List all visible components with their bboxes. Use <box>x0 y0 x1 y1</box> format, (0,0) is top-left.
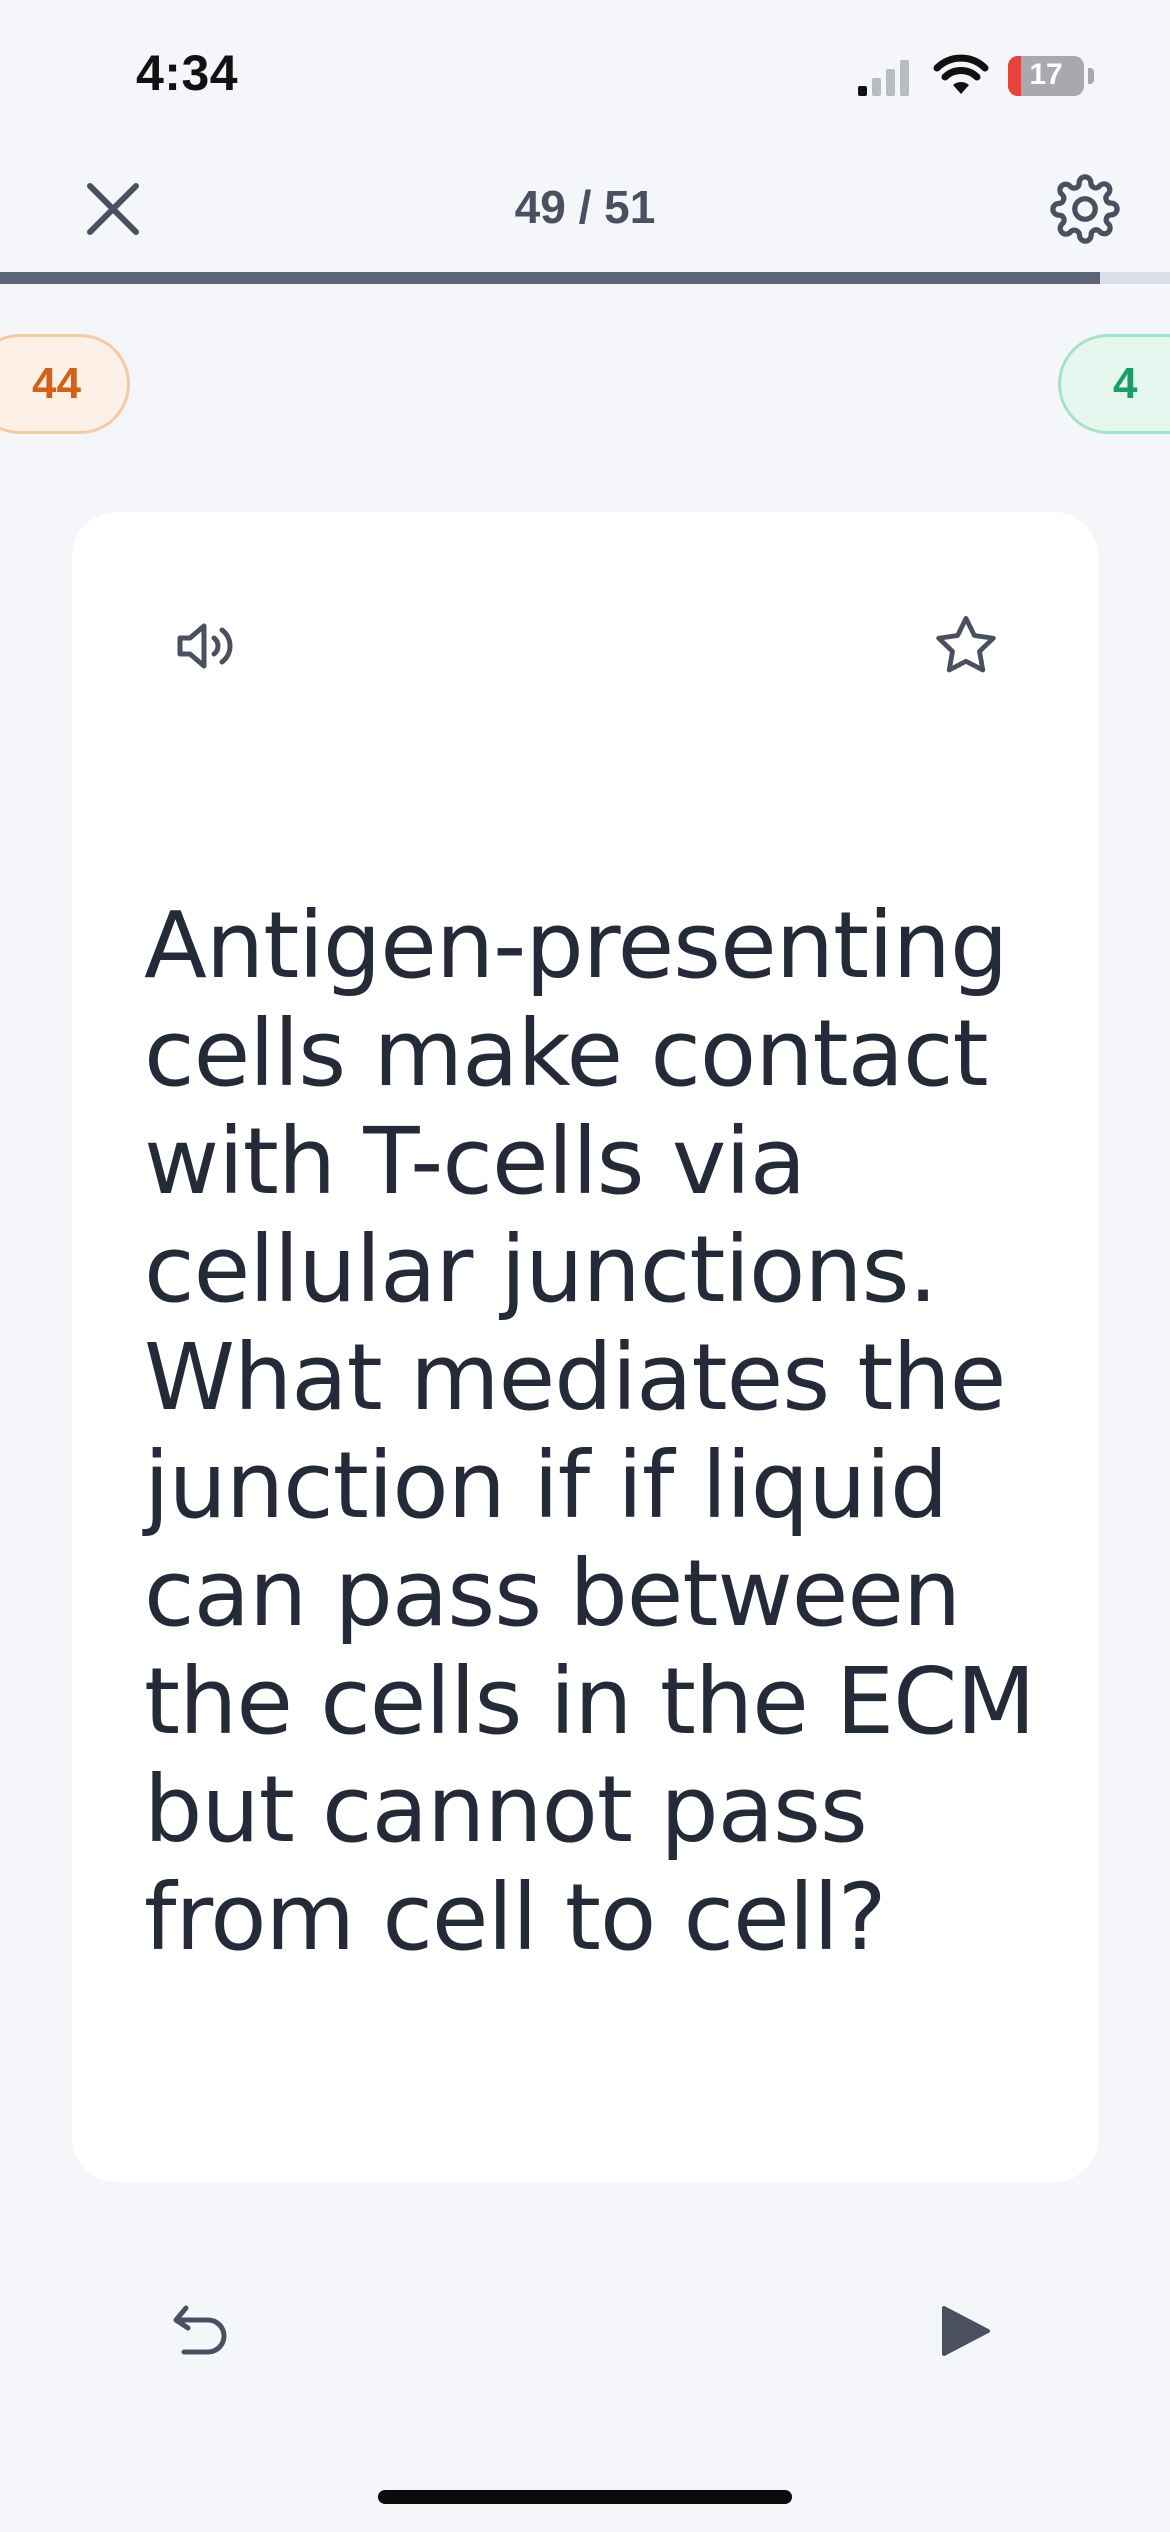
undo-button[interactable] <box>168 2294 242 2368</box>
card-question-text: Antigen-presenting cells make contact wi… <box>144 892 1036 1971</box>
home-indicator[interactable] <box>378 2490 792 2504</box>
flashcard-screen: 4:34 17 49 / 51 44 4 Antigen-presenting … <box>0 0 1170 2532</box>
star-icon <box>936 616 996 673</box>
play-button[interactable] <box>930 2296 1000 2366</box>
gear-icon <box>1050 174 1120 244</box>
battery-cap <box>1088 68 1094 84</box>
flashcard[interactable]: Antigen-presenting cells make contact wi… <box>72 512 1098 2182</box>
know-counter: 4 <box>1058 334 1170 434</box>
progress-counter: 49 / 51 <box>514 181 656 233</box>
progress-bar <box>0 272 1170 284</box>
close-icon <box>87 183 139 235</box>
speaker-icon <box>177 623 233 669</box>
audio-button[interactable] <box>170 610 242 682</box>
battery-level-text: 17 <box>1029 58 1063 91</box>
signal-icon <box>856 58 912 98</box>
settings-button[interactable] <box>1050 174 1120 244</box>
wifi-icon <box>932 54 990 98</box>
undo-icon <box>173 2305 227 2355</box>
still-learning-counter: 44 <box>0 334 130 434</box>
close-button[interactable] <box>80 176 146 242</box>
battery-icon: 17 <box>1008 56 1084 96</box>
status-time: 4:34 <box>136 45 239 101</box>
progress-bar-fill <box>0 272 1100 284</box>
play-icon <box>942 2306 990 2356</box>
star-button[interactable] <box>930 610 1002 682</box>
